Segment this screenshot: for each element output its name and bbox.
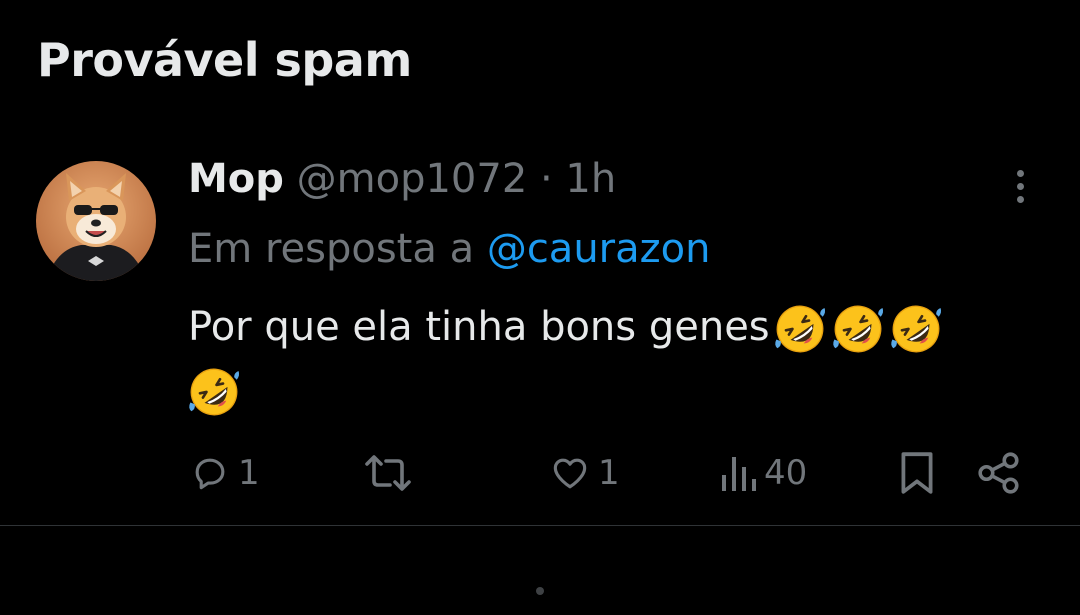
page-indicator-dot bbox=[536, 587, 544, 595]
emoji-row bbox=[186, 361, 1018, 420]
bookmark-icon bbox=[901, 452, 933, 494]
timestamp[interactable]: 1h bbox=[565, 156, 616, 202]
analytics-icon bbox=[722, 457, 756, 491]
heart-icon bbox=[553, 458, 587, 489]
retweet-button[interactable] bbox=[362, 447, 420, 499]
tweet-header: Mop @mop1072 · 1h bbox=[188, 155, 616, 203]
retweet-icon bbox=[365, 455, 411, 491]
reply-to-handle[interactable]: @caurazon bbox=[487, 226, 711, 272]
section-title: Provável spam bbox=[37, 33, 412, 87]
more-options-icon[interactable] bbox=[1004, 164, 1036, 208]
dog-avatar-image bbox=[36, 161, 156, 281]
author-name[interactable]: Mop bbox=[188, 156, 284, 202]
emoji-row bbox=[772, 301, 944, 357]
tweet-text: Por que ela tinha bons genes bbox=[188, 298, 1018, 420]
separator-dot: · bbox=[539, 156, 553, 202]
divider bbox=[0, 525, 1080, 526]
reply-prefix: Em resposta a bbox=[188, 226, 487, 272]
share-icon bbox=[978, 452, 1019, 494]
rolling-on-the-floor-laughing-emoji bbox=[189, 368, 240, 416]
reply-button[interactable]: 1 bbox=[188, 447, 260, 499]
reply-count: 1 bbox=[238, 453, 260, 493]
like-button[interactable]: 1 bbox=[548, 447, 620, 499]
bookmark-button[interactable] bbox=[896, 447, 938, 499]
view-count: 40 bbox=[764, 453, 808, 493]
rolling-on-the-floor-laughing-emoji bbox=[890, 305, 941, 353]
reply-context: Em resposta a @caurazon bbox=[188, 225, 710, 273]
views-button[interactable]: 40 bbox=[718, 447, 807, 499]
action-bar: 1 1 40 bbox=[0, 447, 1080, 499]
author-handle[interactable]: @mop1072 bbox=[297, 156, 528, 202]
avatar[interactable] bbox=[36, 161, 156, 281]
rolling-on-the-floor-laughing-emoji bbox=[832, 305, 883, 353]
tweet-text-content: Por que ela tinha bons genes bbox=[188, 304, 770, 350]
share-button[interactable] bbox=[976, 447, 1022, 499]
reply-icon bbox=[195, 458, 225, 490]
like-count: 1 bbox=[598, 453, 620, 493]
rolling-on-the-floor-laughing-emoji bbox=[774, 305, 825, 353]
